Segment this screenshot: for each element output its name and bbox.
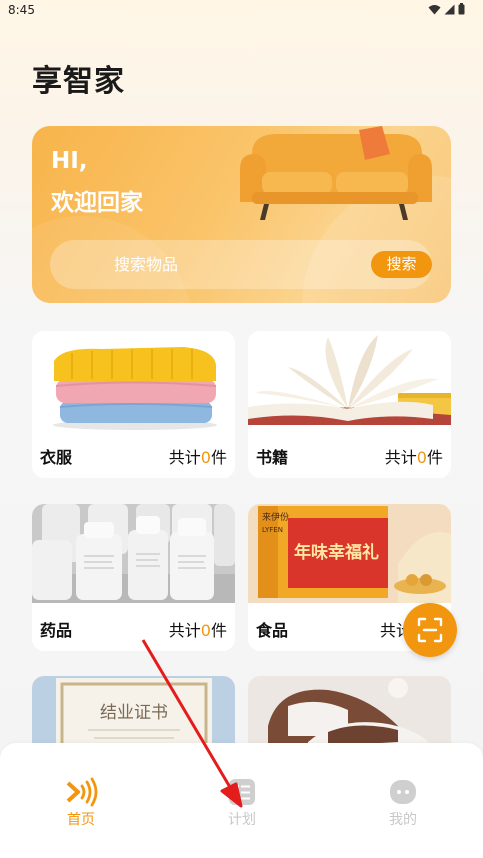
bottom-tab-bar: 首页 计划 我的 (0, 743, 483, 858)
greeting-line-2: 欢迎回家 (51, 190, 143, 216)
tab-plan[interactable]: 计划 (182, 743, 302, 843)
certificate-text: 结业证书 (100, 703, 168, 723)
profile-chat-icon (390, 780, 416, 804)
food-box-image: 来伊份 LYFEN 年味幸福礼 (248, 504, 451, 603)
cellular-signal-icon (444, 4, 455, 14)
tab-home[interactable]: 首页 (21, 743, 141, 843)
battery-icon (458, 3, 465, 15)
food-box-title: 年味幸福礼 (294, 542, 379, 563)
search-button[interactable]: 搜索 (371, 251, 432, 278)
sweater-image (32, 331, 235, 430)
category-card-books[interactable]: 书籍 共计0件 (248, 331, 451, 478)
tab-label: 我的 (389, 812, 417, 828)
wifi-icon (428, 4, 441, 14)
count-number: 0 (416, 448, 427, 467)
category-name: 食品 (256, 621, 289, 640)
category-name: 衣服 (40, 448, 73, 467)
category-name: 书籍 (256, 448, 289, 467)
plan-list-icon (229, 779, 255, 805)
welcome-banner: HI, 欢迎回家 搜索 (32, 126, 451, 303)
food-brand-text: 来伊份 (262, 511, 289, 523)
sofa-illustration (240, 126, 432, 220)
category-name: 药品 (40, 621, 73, 640)
category-card-medicine[interactable]: 药品 共计0件 (32, 504, 235, 651)
count-prefix: 共计 (384, 448, 417, 467)
category-card-clothes[interactable]: 衣服 共计0件 (32, 331, 235, 478)
greeting-line-1: HI, (51, 148, 88, 174)
count-prefix: 共计 (168, 621, 201, 640)
status-bar: 8:45 (0, 0, 483, 22)
tab-label: 首页 (67, 812, 95, 828)
search-bar: 搜索 (50, 240, 432, 289)
count-suffix: 件 (426, 448, 443, 467)
book-image (248, 331, 451, 430)
app-title: 享智家 (32, 64, 125, 99)
count-suffix: 件 (210, 448, 227, 467)
category-count: 共计0件 (385, 444, 443, 468)
food-brand-en-text: LYFEN (262, 526, 283, 534)
count-number: 0 (200, 621, 211, 640)
tab-label: 计划 (228, 812, 256, 828)
count-suffix: 件 (210, 621, 227, 640)
status-icons (428, 3, 465, 15)
scan-button[interactable] (403, 603, 457, 657)
tab-profile[interactable]: 我的 (343, 743, 463, 843)
search-input[interactable] (114, 240, 334, 289)
scan-icon (417, 617, 443, 643)
medicine-bottles-image (32, 504, 235, 603)
home-signal-icon (66, 777, 98, 807)
count-number: 0 (200, 448, 211, 467)
category-count: 共计0件 (169, 617, 227, 641)
status-time: 8:45 (8, 3, 35, 17)
category-count: 共计0件 (169, 444, 227, 468)
count-prefix: 共计 (168, 448, 201, 467)
